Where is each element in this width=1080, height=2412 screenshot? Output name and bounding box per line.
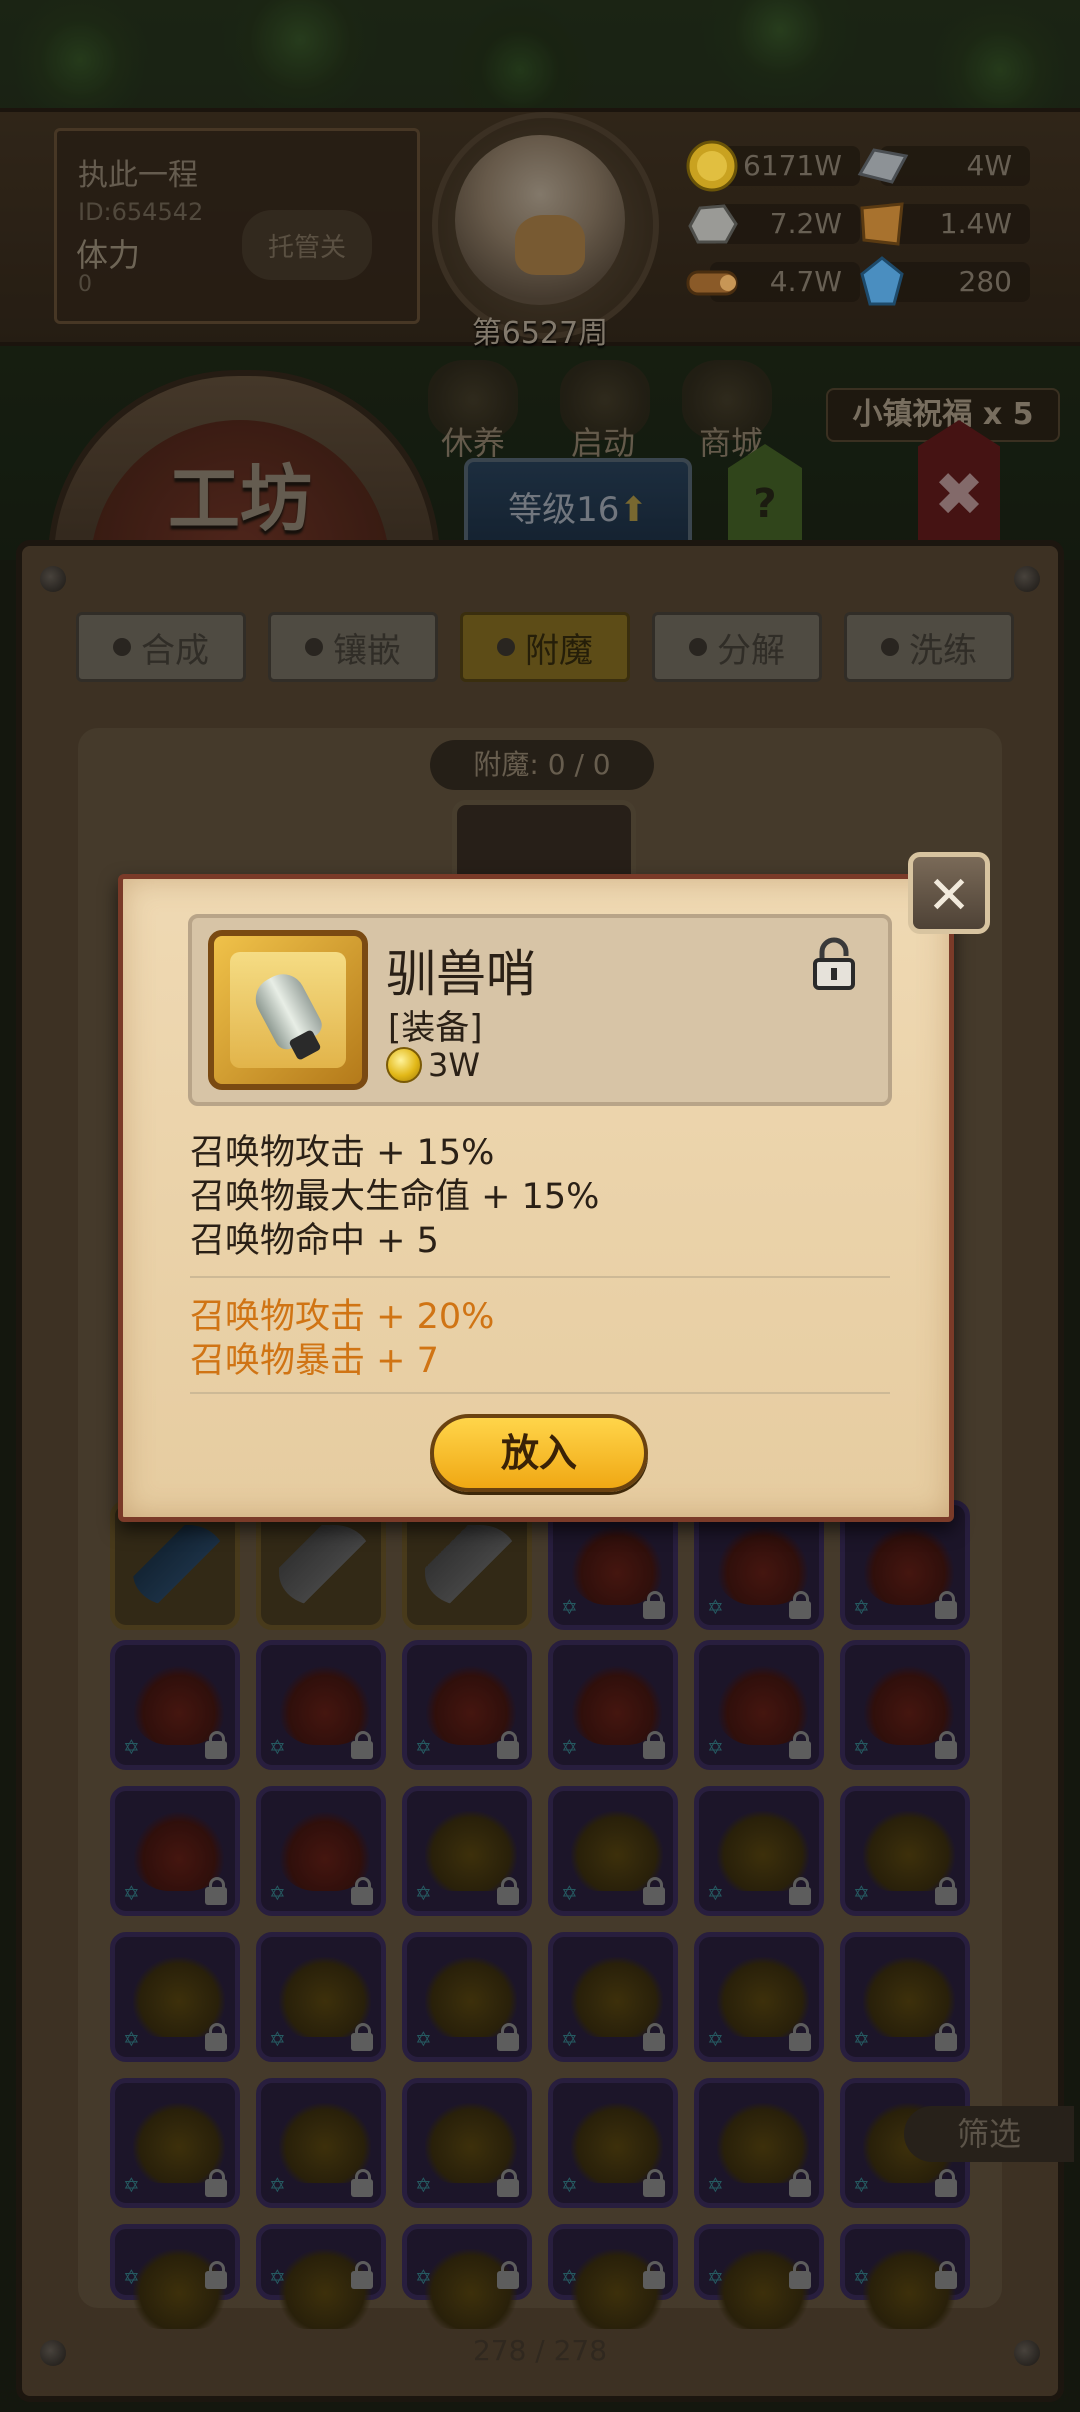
item-name: 驯兽哨 bbox=[386, 945, 536, 1003]
stone-icon bbox=[688, 204, 738, 244]
wood-log-icon bbox=[686, 270, 738, 296]
item-price-value: 3W bbox=[428, 1046, 480, 1084]
item-price: 3W bbox=[386, 1046, 480, 1084]
padlock-icon[interactable] bbox=[812, 936, 856, 992]
divider bbox=[190, 1392, 890, 1394]
whistle-icon bbox=[230, 952, 346, 1068]
stat-base: 召唤物命中 + 5 bbox=[190, 1221, 439, 1261]
item-icon-frame bbox=[208, 930, 368, 1090]
gold-coin-icon bbox=[686, 140, 738, 192]
leather-icon bbox=[860, 202, 904, 246]
crystal-icon bbox=[860, 256, 904, 306]
put-in-button[interactable]: 放入 bbox=[430, 1414, 648, 1492]
divider bbox=[190, 1276, 890, 1278]
dialog-close-button[interactable]: ✕ bbox=[908, 852, 990, 934]
iron-ingot-icon bbox=[857, 148, 909, 184]
item-type: [装备] bbox=[388, 1008, 483, 1048]
gold-coin-icon bbox=[386, 1047, 422, 1083]
close-icon: ✕ bbox=[927, 866, 971, 926]
stat-bonus: 召唤物暴击 + 7 bbox=[190, 1341, 439, 1381]
